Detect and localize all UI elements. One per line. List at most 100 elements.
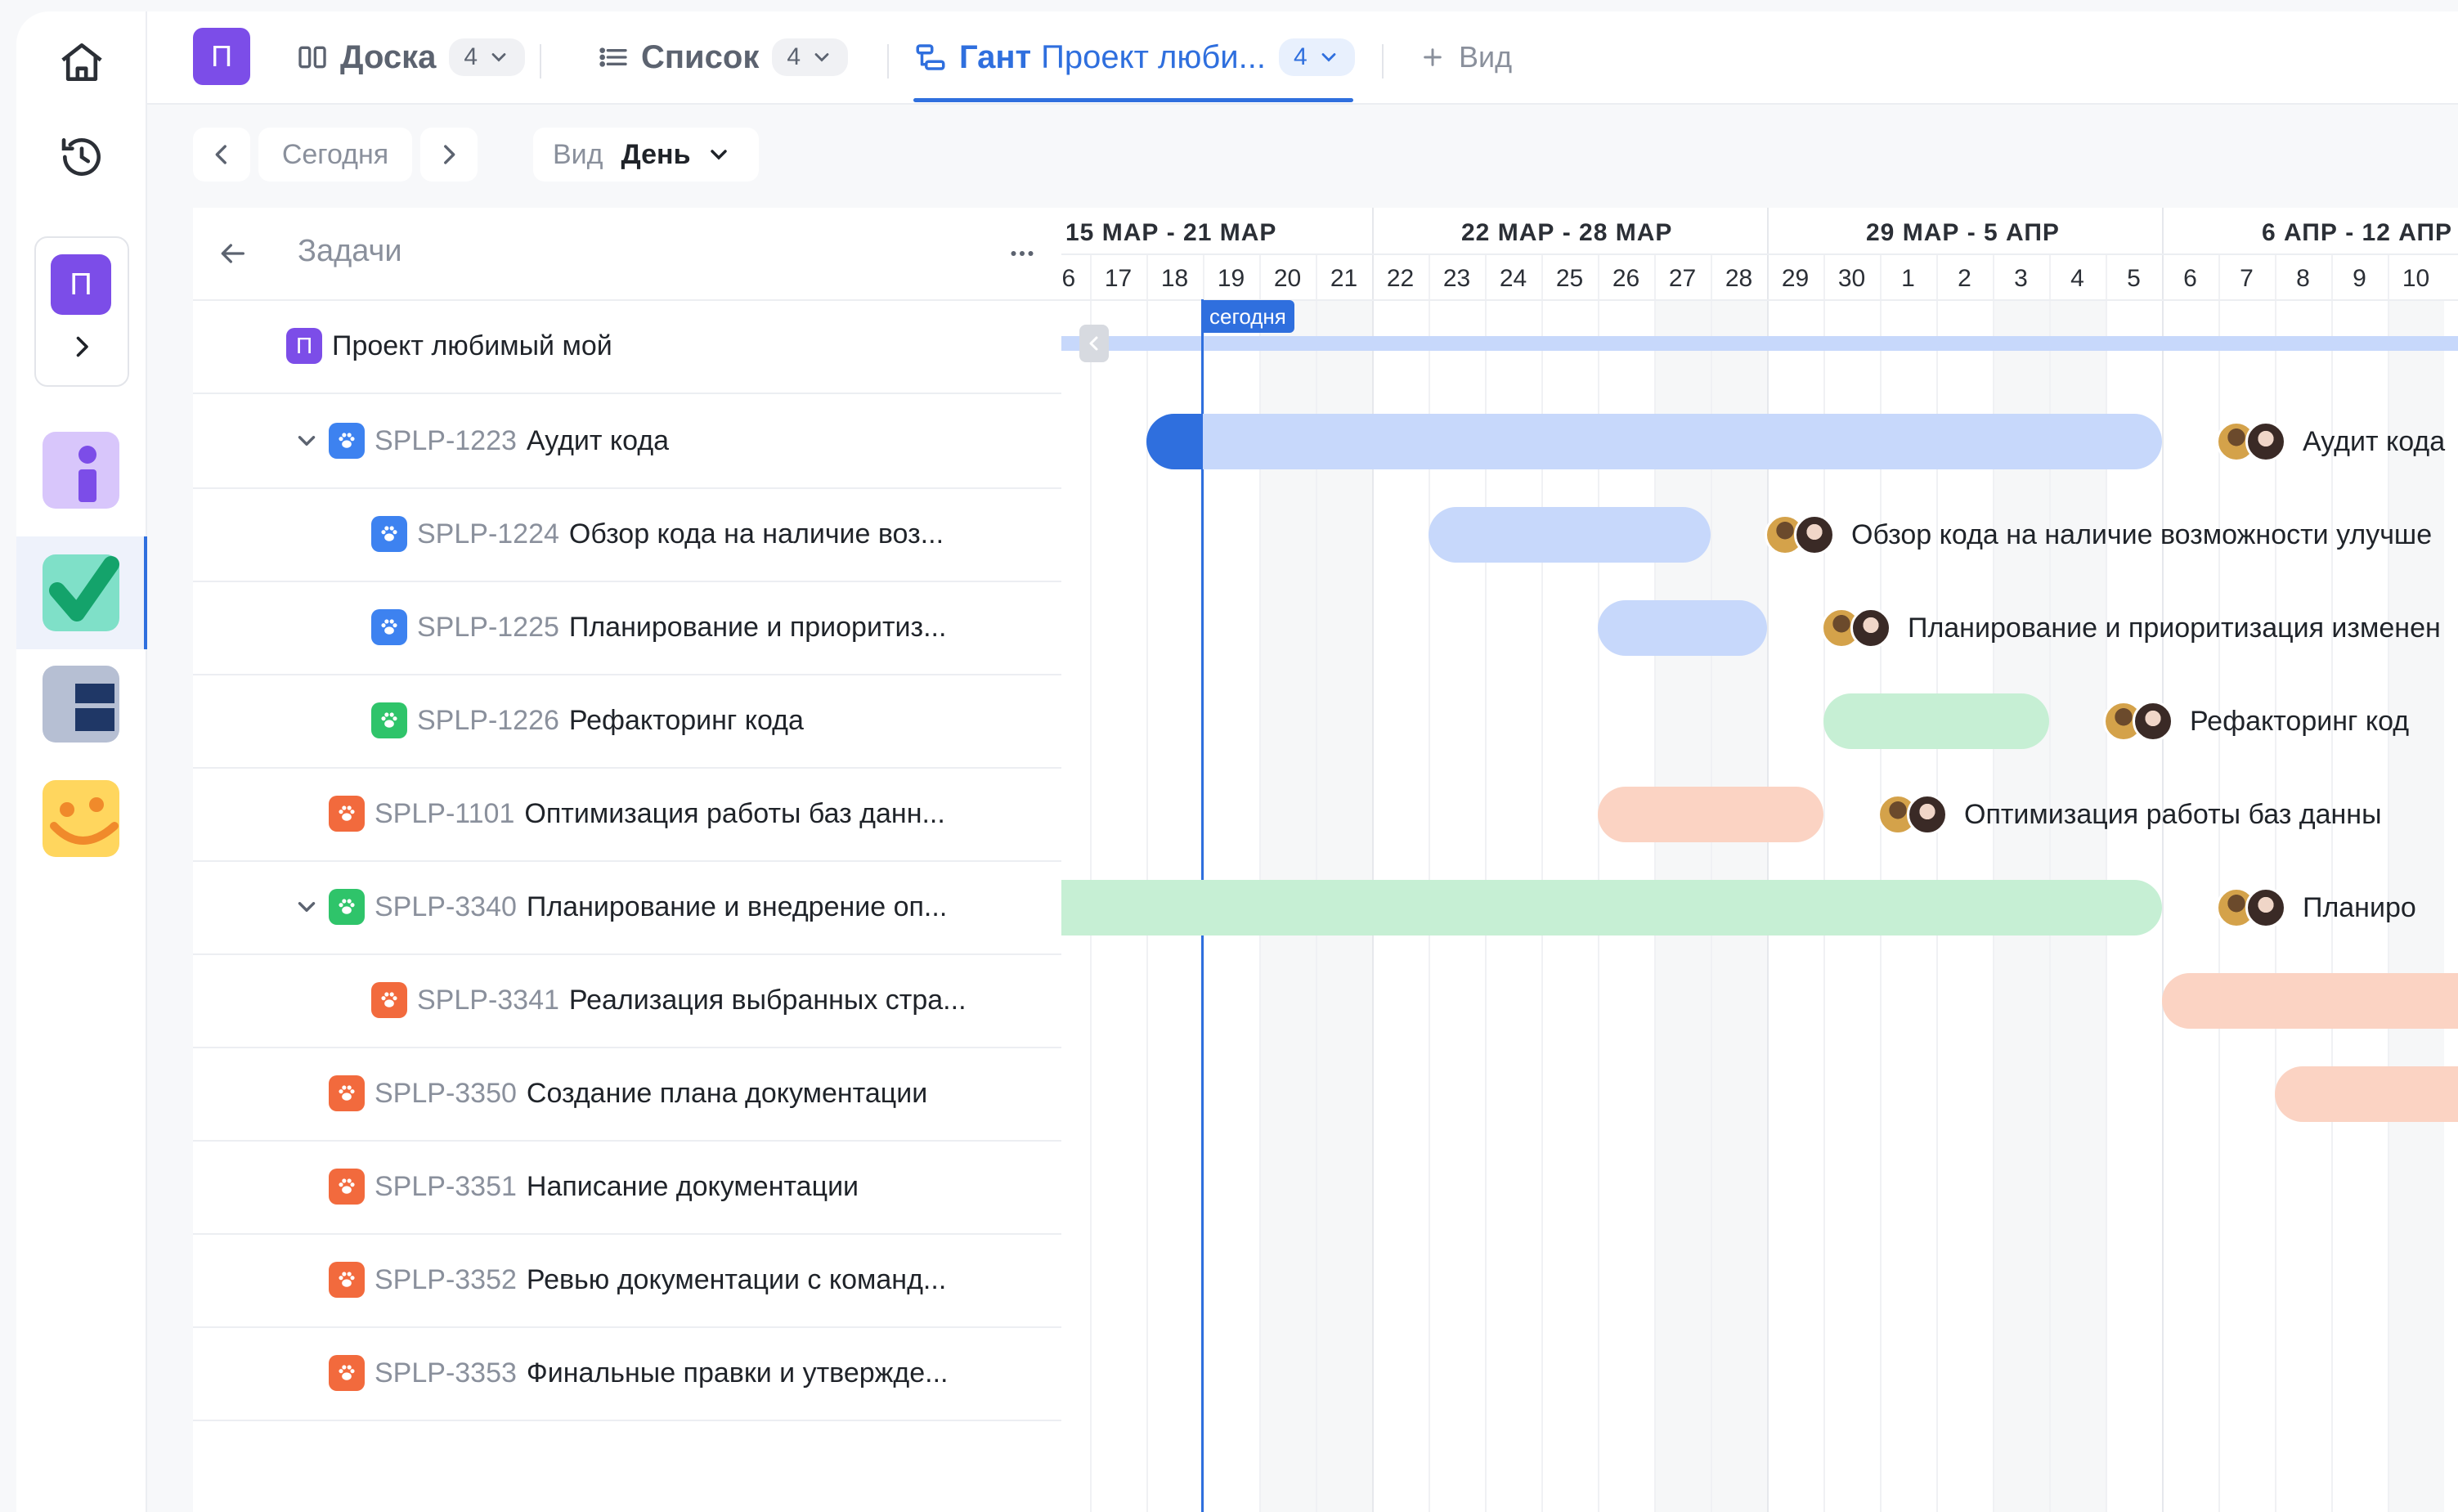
- project-switcher[interactable]: П: [34, 236, 129, 387]
- task-type-icon: [371, 609, 407, 645]
- task-bar[interactable]: [1823, 693, 2049, 749]
- task-bar[interactable]: [1598, 787, 1823, 842]
- add-view-button[interactable]: Вид: [1420, 11, 1512, 103]
- tab-label: Гант: [959, 38, 1032, 75]
- tab-separator: [1382, 44, 1384, 79]
- task-bar[interactable]: [1146, 414, 2162, 469]
- day-label: 21: [1330, 265, 1358, 292]
- tab-list[interactable]: Список 4: [597, 11, 849, 103]
- bar-title: Обзор кода на наличие возможности улучше: [1851, 518, 2433, 550]
- view-scale-select[interactable]: Вид День: [533, 128, 759, 182]
- prev-period-button[interactable]: [193, 128, 250, 182]
- tab-board[interactable]: Доска 4: [296, 11, 526, 103]
- project-badge-icon: П: [286, 328, 322, 364]
- task-title: Аудит кода: [526, 424, 670, 456]
- task-bar-label: Оптимизация работы баз данны: [1877, 787, 2382, 842]
- task-row[interactable]: SPLP-1101 Оптимизация работы баз данн...: [193, 767, 1061, 862]
- day-label: 20: [1273, 265, 1302, 292]
- project-badge: П: [51, 254, 111, 315]
- back-arrow-icon[interactable]: [214, 237, 250, 274]
- today-button[interactable]: Сегодня: [258, 128, 412, 182]
- task-row[interactable]: SPLP-3340 Планирование и внедрение оп...: [193, 860, 1061, 955]
- task-row[interactable]: SPLP-3351 Написание документации: [193, 1140, 1110, 1235]
- assignee-avatar[interactable]: [2133, 701, 2173, 742]
- task-key: SPLP-1223: [375, 424, 517, 456]
- project-badge[interactable]: П: [193, 28, 250, 85]
- bar-title: Планиро: [2303, 891, 2416, 923]
- tab-gantt[interactable]: Гант Проект люби... 4: [913, 11, 1355, 103]
- tasks-app-icon[interactable]: [43, 554, 119, 631]
- expand-chevron-icon[interactable]: [293, 893, 321, 921]
- task-bar[interactable]: [1598, 600, 1767, 656]
- assignee-avatar[interactable]: [1907, 794, 1948, 835]
- chevron-left-icon: [215, 145, 227, 164]
- task-row[interactable]: SPLP-3352 Ревью документации с команд...: [193, 1233, 1110, 1328]
- next-period-button[interactable]: [420, 128, 478, 182]
- assignee-avatar[interactable]: [2245, 887, 2286, 928]
- tab-count: 4: [787, 43, 801, 70]
- task-row[interactable]: SPLP-1223 Аудит кода: [193, 394, 1061, 489]
- task-key: SPLP-1226: [417, 704, 559, 736]
- smile-app-icon[interactable]: [43, 780, 119, 857]
- view-scale-label: Вид: [553, 138, 603, 170]
- task-title: Планирование и приоритиз...: [568, 611, 947, 643]
- tab-count-pill[interactable]: 4: [772, 38, 849, 76]
- assignee-avatar[interactable]: [2245, 421, 2286, 462]
- task-title: Рефакторинг кода: [568, 704, 804, 736]
- more-icon[interactable]: [1004, 239, 1040, 272]
- task-list-title: Задачи: [298, 234, 402, 268]
- rail-active-indicator: [144, 536, 147, 649]
- task-bar[interactable]: [2162, 973, 2458, 1029]
- scroll-to-bar-button[interactable]: [1079, 325, 1109, 362]
- plus-icon: [1424, 48, 1442, 66]
- task-key: SPLP-3351: [375, 1170, 517, 1202]
- task-title: Написание документации: [526, 1170, 859, 1202]
- project-row[interactable]: П Проект любимый мой: [193, 299, 1061, 394]
- day-label: 29: [1781, 265, 1810, 292]
- task-row[interactable]: SPLP-3353 Финальные правки и утвержде...: [193, 1326, 1110, 1421]
- week-label: 6 АПР - 12 АПР: [2262, 219, 2453, 246]
- project-summary-bar[interactable]: [1061, 336, 2458, 351]
- task-bar-label: Планиро: [2216, 880, 2416, 935]
- task-title: Ревью документации с команд...: [526, 1263, 947, 1295]
- chevron-down-icon: [814, 53, 829, 62]
- task-row[interactable]: SPLP-3341 Реализация выбранных стра...: [193, 953, 1061, 1048]
- boards-app-icon[interactable]: [43, 666, 119, 743]
- tab-count-pill[interactable]: 4: [1278, 38, 1355, 76]
- day-label: 22: [1386, 265, 1415, 292]
- view-scale-value: День: [621, 138, 691, 170]
- task-bar[interactable]: [1429, 507, 1711, 563]
- task-bar[interactable]: [2275, 1066, 2458, 1122]
- day-label: 17: [1104, 265, 1133, 292]
- home-icon[interactable]: [52, 33, 111, 92]
- task-key: SPLP-1225: [417, 611, 559, 643]
- task-title: Реализация выбранных стра...: [568, 984, 967, 1016]
- assignee-avatar[interactable]: [1794, 514, 1835, 555]
- assignee-avatar[interactable]: [1850, 608, 1891, 648]
- day-label: 19: [1217, 265, 1245, 292]
- task-title: Планирование и внедрение оп...: [526, 891, 948, 922]
- task-bar[interactable]: [1061, 880, 2162, 935]
- list-icon: [599, 47, 627, 67]
- info-app-icon[interactable]: [43, 432, 119, 509]
- task-row[interactable]: SPLP-1226 Рефакторинг кода: [193, 674, 1061, 769]
- week-divider: [1372, 208, 1374, 1512]
- week-label: 29 МАР - 5 АПР: [1866, 219, 2060, 246]
- expand-chevron-icon[interactable]: [293, 427, 321, 455]
- chevron-down-icon: [710, 150, 727, 160]
- history-icon[interactable]: [52, 128, 111, 186]
- chevron-right-icon: [67, 330, 96, 368]
- task-type-icon: [329, 1169, 365, 1205]
- task-key: SPLP-3341: [417, 984, 559, 1016]
- task-type-icon: [371, 516, 407, 552]
- task-row[interactable]: SPLP-1225 Планирование и приоритиз...: [193, 581, 1061, 675]
- task-row[interactable]: SPLP-1224 Обзор кода на наличие воз...: [193, 487, 1061, 582]
- task-title: Обзор кода на наличие воз...: [568, 518, 944, 550]
- bar-title: Рефакторинг код: [2190, 705, 2410, 737]
- day-label: 8: [2296, 265, 2310, 292]
- tab-label: Список: [641, 38, 760, 75]
- bar-title: Планирование и приоритизация изменен: [1908, 612, 2441, 644]
- task-row[interactable]: SPLP-3350 Создание плана документации: [193, 1047, 1061, 1142]
- tab-count-pill[interactable]: 4: [449, 38, 526, 76]
- chevron-right-icon: [444, 145, 455, 164]
